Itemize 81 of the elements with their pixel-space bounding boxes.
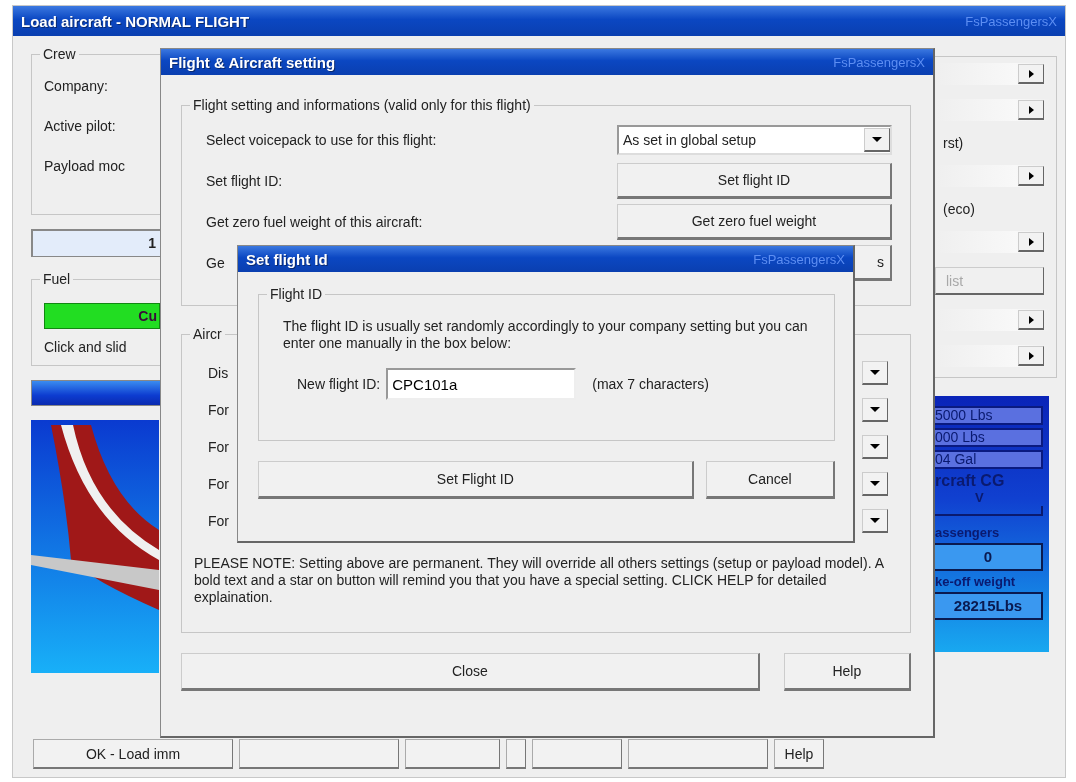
scroll-button[interactable] — [1018, 100, 1044, 120]
takeoff-weight-label: ke-off weight — [935, 574, 1017, 589]
takeoff-weight-readout: 28215Lbs — [935, 592, 1043, 620]
window-title: Load aircraft - NORMAL FLIGHT — [21, 12, 250, 30]
dropdown-button[interactable] — [862, 434, 888, 459]
setting-label: Ge — [206, 254, 225, 271]
field-label: Payload moc — [44, 158, 126, 174]
set-flight-id-button[interactable]: Set Flight ID — [258, 461, 694, 499]
field-label: Company: — [44, 78, 109, 94]
brand-label: FsPassengersX — [965, 13, 1057, 29]
dropdown-button[interactable] — [862, 471, 888, 496]
voicepack-select[interactable]: As set in global setup — [617, 124, 892, 155]
group-legend: Flight setting and informations (valid only for this flight) — [190, 97, 534, 113]
weight-readout: 04 Gal — [935, 450, 1043, 469]
setting-label: Set flight ID: — [206, 172, 283, 189]
action-button[interactable] — [532, 739, 622, 769]
arrow-right-icon — [1028, 69, 1034, 78]
setting-button[interactable]: Get zero fuel weight — [617, 203, 892, 240]
flight-id-field[interactable]: CPC101a — [386, 368, 577, 400]
caret-icon — [870, 443, 880, 449]
dropdown-button[interactable] — [864, 127, 890, 152]
dropdown-button[interactable] — [862, 508, 888, 533]
cancel-button[interactable]: Cancel — [705, 461, 835, 499]
action-button[interactable] — [506, 739, 526, 769]
dropdown-button[interactable] — [862, 397, 888, 422]
brand-label: FsPassengersX — [833, 54, 925, 70]
option-text: rst) — [942, 135, 965, 151]
action-button[interactable] — [405, 739, 500, 769]
setting-label: For — [208, 401, 229, 418]
action-button[interactable] — [239, 739, 399, 769]
arrow-right-icon — [1028, 315, 1034, 324]
group-legend: Crew — [40, 46, 79, 62]
scroll-button[interactable] — [1018, 346, 1044, 366]
setting-button[interactable]: Set flight ID — [617, 162, 892, 199]
passengers-readout: 0 — [935, 543, 1043, 571]
scroll-button[interactable] — [1018, 166, 1044, 186]
group-legend: Aircr — [190, 326, 225, 342]
action-button[interactable]: Help — [774, 739, 824, 769]
setting-label: Dis — [208, 364, 229, 381]
caret-icon — [870, 369, 880, 375]
group-legend: Flight ID — [267, 286, 326, 302]
field-label: New flight ID: — [297, 376, 381, 392]
note-text: PLEASE NOTE: Setting above are permanent. They will override all others settings (setup or payload model). A bold text and a star on button will remind you that you have a special setting. CLICK HELP for detailed explaination. — [194, 555, 885, 606]
info-text: The flight ID is usually set randomly accordingly to your company setting but you can enter one manually in the box below: — [283, 318, 809, 352]
counter-field[interactable]: 1 — [31, 229, 161, 257]
fuel-button[interactable]: Cu — [44, 303, 160, 329]
arrow-right-icon — [1028, 351, 1034, 360]
scroll-button[interactable] — [1018, 232, 1044, 252]
caret-icon — [872, 136, 882, 142]
weight-readout: 000 Lbs — [935, 428, 1043, 447]
field-hint: (max 7 characters) — [592, 376, 709, 392]
dialog-title: Set flight Id — [246, 250, 328, 268]
field-label: Active pilot: — [44, 118, 117, 134]
dialog-title: Flight & Aircraft setting — [169, 53, 336, 71]
caret-icon — [870, 517, 880, 523]
select-value: As set in global setup — [623, 131, 757, 148]
weight-readout: 5000 Lbs — [935, 406, 1043, 425]
arrow-right-icon — [1028, 171, 1034, 180]
scroll-button[interactable] — [1018, 64, 1044, 84]
action-button[interactable] — [628, 739, 768, 769]
caret-icon — [870, 480, 880, 486]
setting-label: For — [208, 512, 229, 529]
dropdown-button[interactable] — [862, 360, 888, 385]
cg-label: rcraft CG — [935, 472, 1006, 490]
brand-label: FsPassengersX — [753, 251, 845, 267]
action-button[interactable]: OK - Load imm — [33, 739, 233, 769]
arrow-right-icon — [1028, 105, 1034, 114]
help-button[interactable]: Help — [783, 653, 911, 691]
close-button[interactable]: Close — [181, 653, 760, 691]
setting-label: Select voicepack to use for this flight: — [206, 131, 437, 148]
hint-text: Click and slid — [44, 339, 128, 355]
cg-marker: V — [974, 493, 985, 503]
setting-label: Get zero fuel weight of this aircraft: — [206, 213, 423, 230]
arrow-right-icon — [1028, 237, 1034, 246]
group-legend: Fuel — [40, 271, 74, 287]
scroll-button[interactable] — [1018, 310, 1044, 330]
option-text: (eco) — [942, 201, 976, 217]
passengers-label: assengers — [935, 525, 1001, 540]
setting-label: For — [208, 438, 229, 455]
caret-icon — [870, 406, 880, 412]
setting-label: For — [208, 475, 229, 492]
